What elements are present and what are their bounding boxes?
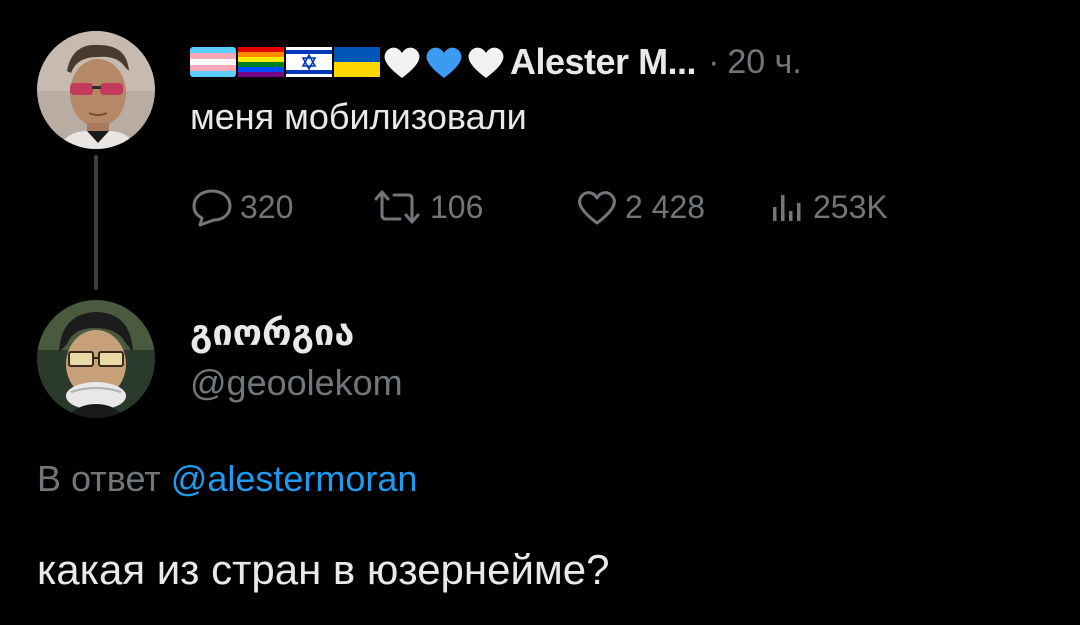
view-count: 253K — [813, 188, 888, 225]
retweet-button[interactable]: 106 — [370, 187, 575, 227]
rainbow-flag-icon — [238, 47, 284, 77]
transgender-flag-icon — [190, 47, 236, 77]
retweet-count: 106 — [430, 188, 484, 225]
thread-connector-line — [94, 155, 98, 290]
white-heart-icon — [468, 47, 504, 78]
retweet-icon — [374, 190, 420, 224]
views-chart-icon — [773, 195, 801, 221]
avatar[interactable] — [37, 300, 155, 418]
separator-dot: · — [708, 42, 720, 81]
tweet-timestamp[interactable]: 20 ч. — [727, 43, 801, 82]
blue-heart-icon — [426, 47, 462, 78]
tweet-header: Alester M... · 20 ч. — [190, 40, 802, 84]
like-button[interactable]: 2 428 — [575, 187, 767, 227]
ukraine-flag-icon — [334, 47, 380, 77]
display-name[interactable]: გიორგია — [190, 312, 354, 354]
reply-context: В ответ @alestermoran — [37, 458, 417, 500]
views-button[interactable]: 253K — [767, 187, 967, 227]
display-name[interactable]: Alester M... — [510, 41, 697, 83]
like-count: 2 428 — [625, 188, 706, 225]
username-emoji-row — [190, 44, 506, 80]
reply-button[interactable]: 320 — [190, 187, 370, 227]
tweet-text: какая из стран в юзернейме? — [37, 546, 610, 593]
heart-icon — [578, 191, 616, 225]
mention-link[interactable]: @alestermoran — [171, 458, 418, 499]
tweet-text: меня мобилизовали — [190, 96, 527, 137]
avatar[interactable] — [37, 31, 155, 149]
israel-flag-icon — [286, 47, 332, 77]
avatar-image — [37, 31, 155, 149]
user-handle[interactable]: @geoolekom — [190, 362, 403, 404]
tweet-thread: Alester M... · 20 ч. меня мобилизовали 3… — [0, 0, 1080, 625]
white-heart-icon — [384, 47, 420, 78]
reply-prefix: В ответ — [37, 458, 161, 499]
avatar-image — [37, 300, 155, 418]
reply-count: 320 — [240, 188, 294, 225]
reply-icon — [192, 189, 232, 227]
tweet-action-bar: 320 106 2 428 253K — [190, 184, 967, 230]
